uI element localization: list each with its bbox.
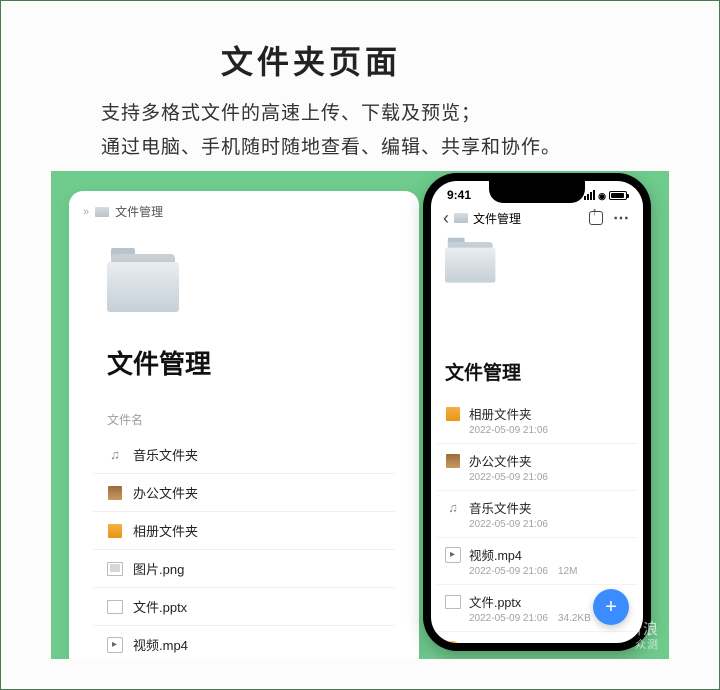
showcase-stage: » 文件管理 文件管理 文件名 音乐文件夹 办公文件夹 相册文件夹 图片.png… [51,171,669,659]
desc-line-2: 通过电脑、手机随时随地查看、编辑、共享和协作。 [101,131,659,165]
music-icon [107,447,123,463]
file-name: 办公文件夹 [469,451,532,470]
folder-hero-icon [107,254,187,318]
list-item[interactable]: 文件.pptx [93,587,395,625]
image-file-icon [445,641,460,643]
breadcrumb-label: 文件管理 [115,203,163,220]
file-name: 文件.pptx [133,597,187,616]
album-folder-icon [107,523,123,539]
video-file-icon [107,637,123,653]
file-name: 图片.png [468,639,517,643]
file-name: 音乐文件夹 [133,445,198,464]
file-name: 图片.png [133,559,184,578]
file-date: 2022-05-09 21:06 [469,519,548,530]
page-description: 支持多格式文件的高速上传、下载及预览； 通过电脑、手机随时随地查看、编辑、共享和… [101,97,659,165]
pptx-file-icon [107,599,123,615]
more-icon[interactable] [613,208,629,228]
file-list: 音乐文件夹 办公文件夹 相册文件夹 图片.png 文件.pptx 视频.mp4 [93,436,395,659]
list-item[interactable]: 相册文件夹 2022-05-09 21:06 [437,397,637,443]
battery-icon [609,191,627,200]
page-title: 文件管理 [445,358,643,385]
desc-line-1: 支持多格式文件的高速上传、下载及预览； [101,97,659,131]
folder-icon [454,213,468,223]
list-item[interactable]: 图片.png [93,549,395,587]
share-icon[interactable] [589,211,603,225]
status-time: 9:41 [447,188,471,202]
promo-frame: 文件夹页面 支持多格式文件的高速上传、下载及预览； 通过电脑、手机随时随地查看、… [0,0,720,690]
breadcrumb[interactable]: » 文件管理 [69,191,419,226]
notch [489,181,585,203]
file-date: 2022-05-09 21:06 [469,613,548,624]
page-heading: 文件夹页面 [221,37,659,83]
desktop-window: » 文件管理 文件管理 文件名 音乐文件夹 办公文件夹 相册文件夹 图片.png… [69,191,419,659]
add-button[interactable] [593,589,629,625]
list-item[interactable]: 办公文件夹 [93,473,395,511]
file-name: 视频.mp4 [133,635,188,654]
breadcrumb-label[interactable]: 文件管理 [473,210,521,227]
file-name: 视频.mp4 [469,545,522,564]
video-file-icon [445,547,461,563]
chevron-right-icon: » [83,206,89,218]
signal-icon [584,190,595,200]
phone-device: 9:41 文件管理 [423,173,651,651]
list-item[interactable]: 音乐文件夹 [93,436,395,473]
file-size: 12M [558,566,577,577]
watermark-brand: 新浪 [627,621,659,638]
mobile-topbar: 文件管理 [431,204,643,234]
list-item[interactable]: 图片.png 2022-05-09 21:0612.7KB [437,631,637,643]
watermark-sub: 众测 [627,639,659,651]
folder-icon [95,207,109,217]
file-name: 相册文件夹 [469,404,532,423]
office-folder-icon [445,453,461,469]
list-item[interactable]: 音乐文件夹 2022-05-09 21:06 [437,490,637,537]
file-size: 34.2KB [558,613,591,624]
header: 文件夹页面 支持多格式文件的高速上传、下载及预览； 通过电脑、手机随时随地查看、… [1,1,719,183]
file-date: 2022-05-09 21:06 [469,425,548,436]
list-item[interactable]: 相册文件夹 [93,511,395,549]
column-header-name: 文件名 [107,411,419,428]
office-folder-icon [107,485,123,501]
file-name: 办公文件夹 [133,483,198,502]
file-name: 相册文件夹 [133,521,198,540]
phone-screen: 9:41 文件管理 [431,181,643,643]
list-item[interactable]: 视频.mp4 2022-05-09 21:06 12M [437,537,637,584]
list-item[interactable]: 视频.mp4 [93,625,395,659]
back-icon[interactable] [443,209,449,227]
wifi-icon [598,188,606,202]
album-folder-icon [445,406,461,422]
folder-hero-icon [445,242,501,287]
watermark: 新浪 众测 [627,622,659,651]
page-title: 文件管理 [107,344,419,381]
file-date: 2022-05-09 21:06 [469,566,548,577]
file-date: 2022-05-09 21:06 [469,472,548,483]
image-file-icon [107,561,123,577]
music-icon [445,500,461,516]
file-name: 文件.pptx [469,592,521,611]
pptx-file-icon [445,594,461,610]
file-name: 音乐文件夹 [469,498,532,517]
list-item[interactable]: 办公文件夹 2022-05-09 21:06 [437,443,637,490]
